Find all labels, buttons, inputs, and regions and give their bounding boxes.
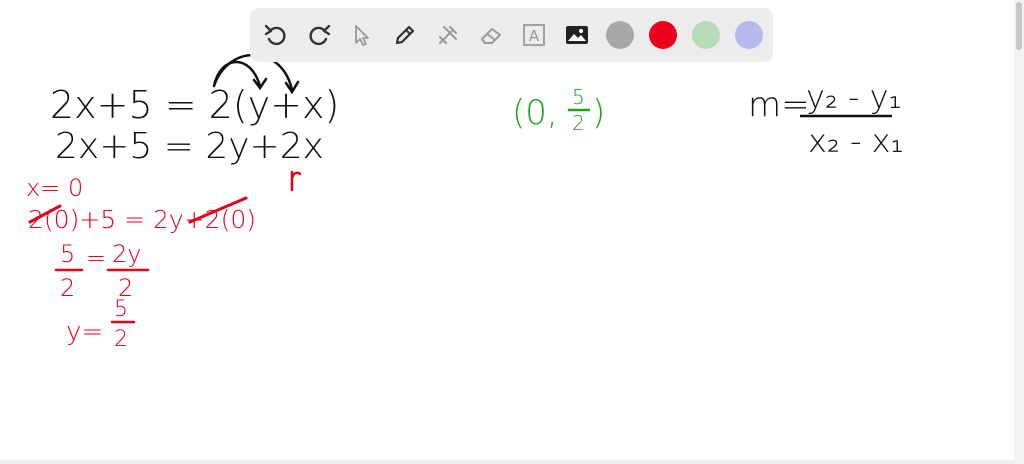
green-point-open: (0, [512, 93, 558, 133]
undo-icon [264, 24, 286, 46]
color-swatch-gray[interactable] [606, 21, 634, 49]
tools-button[interactable] [434, 21, 462, 49]
redo-icon [309, 24, 331, 46]
color-swatch-lavender[interactable] [735, 21, 763, 49]
red-fraction-left-den: 2 [60, 274, 75, 302]
pen-tool-button[interactable] [391, 21, 419, 49]
equation-line-2: 2x+5 = 2y+2x [55, 126, 324, 167]
green-point-close: ) [592, 93, 605, 133]
text-icon: A [523, 24, 545, 46]
color-swatch-red[interactable] [649, 21, 677, 49]
pen-icon [395, 25, 415, 45]
red-fraction-right-num: 2y [112, 240, 141, 268]
equation-line-1: 2x+5 = 2(y+x) [50, 83, 339, 127]
eraser-icon [481, 28, 501, 44]
drawing-toolbar: A [250, 8, 773, 62]
tools-icon [439, 26, 457, 44]
slope-denominator: x₂ - x₁ [808, 122, 903, 160]
bottom-scroll-edge [0, 460, 1014, 464]
redo-button[interactable] [305, 21, 333, 49]
vertical-scrollbar[interactable] [1014, 0, 1024, 464]
slope-m: m= [748, 85, 810, 125]
image-icon [566, 26, 588, 44]
red-fraction-left-num: 5 [60, 240, 75, 268]
red-result-num: 5 [114, 297, 128, 322]
red-step-1: x= 0 [26, 174, 83, 202]
red-equals: = [86, 244, 106, 272]
green-point-num: 5 [572, 85, 585, 109]
green-point-den: 2 [572, 111, 585, 135]
scrollbar-thumb[interactable] [1016, 2, 1022, 50]
eraser-tool-button[interactable] [477, 21, 505, 49]
whiteboard-canvas[interactable]: 2x+5 = 2(y+x) 2x+5 = 2y+2x x= 0 2(0)+5 =… [0, 0, 1024, 464]
undo-button[interactable] [262, 21, 290, 49]
slope-numerator: y₂ - y₁ [806, 78, 901, 116]
red-result-y: y= [66, 317, 103, 347]
select-tool-button[interactable] [348, 21, 376, 49]
red-result-den: 2 [114, 327, 128, 352]
image-tool-button[interactable] [563, 21, 591, 49]
text-tool-button[interactable]: A [520, 21, 548, 49]
red-cursor-mark [290, 170, 302, 192]
select-arrow-icon [355, 25, 369, 46]
color-swatch-green[interactable] [692, 21, 720, 49]
svg-text:A: A [529, 27, 540, 45]
